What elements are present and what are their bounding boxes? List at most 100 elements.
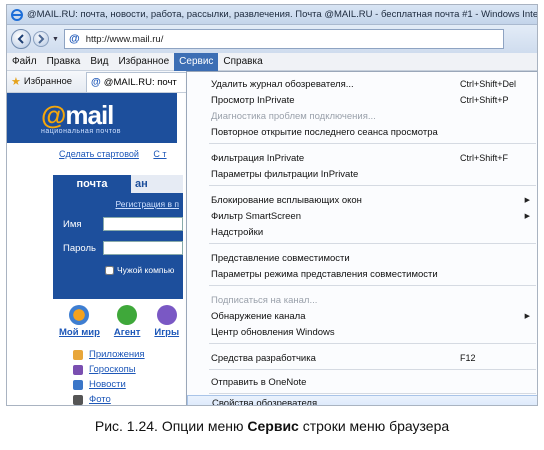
menu-tools[interactable]: Сервис (174, 52, 219, 71)
menu-item-inprivate[interactable]: Просмотр InPrivate Ctrl+Shift+P (187, 92, 537, 108)
forward-button[interactable] (33, 31, 49, 47)
apps-row: Мой мир Агент Игры (59, 305, 193, 338)
tab-mail[interactable]: почта (53, 175, 131, 193)
caption-bold: Сервис (247, 418, 299, 434)
tab-title: @MAIL.RU: почт (103, 76, 177, 88)
tools-menu-dropdown: Удалить журнал обозревателя... Ctrl+Shif… (186, 71, 537, 406)
login-label: Имя (63, 218, 82, 230)
menu-item-label: Просмотр InPrivate (211, 94, 295, 106)
horoscope-icon (73, 364, 83, 375)
menu-item-label: Удалить журнал обозревателя... (211, 78, 354, 90)
menu-item-label: Повторное открытие последнего сеанса про… (211, 126, 438, 138)
menu-item-popup-blocker[interactable]: Блокирование всплывающих окон ▶ (187, 192, 537, 208)
menu-item-label: Центр обновления Windows (211, 326, 335, 338)
submenu-arrow-icon: ▶ (524, 313, 530, 320)
menu-file[interactable]: Файл (7, 53, 42, 71)
services-list: Приложения Гороскопы Новости Фото (73, 347, 145, 405)
ie-icon (11, 8, 23, 21)
menu-separator (209, 393, 536, 394)
forward-arrow-icon (38, 34, 45, 44)
submenu-arrow-icon: ▶ (524, 197, 530, 204)
menu-item-diagnose[interactable]: Диагностика проблем подключения... (187, 108, 537, 124)
history-dropdown-icon[interactable]: ▼ (52, 36, 60, 43)
service-item[interactable]: Приложения (73, 347, 145, 362)
menu-separator (209, 185, 536, 186)
remember-checkbox[interactable] (105, 265, 114, 275)
news-icon (73, 379, 83, 390)
password-label: Пароль (63, 242, 96, 254)
window-title: @MAIL.RU: почта, новости, работа, рассыл… (27, 9, 537, 20)
apps-icon (73, 349, 83, 360)
caption-text-1: Опции меню (157, 418, 248, 434)
menu-bar: Файл Правка Вид Избранное Сервис Справка (7, 52, 537, 71)
menu-item-addons[interactable]: Надстройки (187, 224, 537, 240)
menu-item-label: Подписаться на канал... (211, 294, 318, 306)
app-my-world[interactable]: Мой мир (59, 305, 100, 338)
menu-favorites[interactable]: Избранное (113, 53, 174, 71)
register-link[interactable]: Регистрация в п (53, 199, 179, 209)
menu-item-shortcut: Ctrl+Shift+F (460, 153, 509, 163)
menu-edit[interactable]: Правка (42, 53, 86, 71)
menu-item-feed-discovery[interactable]: Обнаружение канала ▶ (187, 308, 537, 324)
submenu-arrow-icon: ▶ (524, 213, 530, 220)
menu-item-inprivate-filtering[interactable]: Фильтрация InPrivate Ctrl+Shift+F (187, 150, 537, 166)
make-start-link[interactable]: Сделать стартовой (59, 149, 139, 159)
menu-item-compat-view[interactable]: Представление совместимости (187, 250, 537, 266)
top-links: Сделать стартовой С т (59, 149, 179, 159)
menu-help[interactable]: Справка (218, 53, 267, 71)
login-tabs: почта ан (53, 175, 183, 193)
tab-site-icon: @ (91, 76, 101, 88)
menu-separator (209, 143, 536, 144)
menu-item-windows-update[interactable]: Центр обновления Windows (187, 324, 537, 340)
menu-item-label: Обнаружение канала (211, 310, 306, 322)
service-item[interactable]: Гороскопы (73, 362, 145, 377)
remember-label: Чужой компью (117, 265, 175, 275)
menu-item-developer-tools[interactable]: Средства разработчика F12 (187, 350, 537, 366)
service-item[interactable]: Новости (73, 377, 145, 392)
menu-item-internet-options[interactable]: Свойства обозревателя (187, 395, 537, 406)
favorites-label: Избранное (23, 76, 73, 87)
menu-item-label: Параметры режима представления совместим… (211, 268, 438, 280)
remember-row: Чужой компью (105, 265, 183, 275)
menu-item-shortcut: Ctrl+Shift+Del (460, 79, 517, 89)
second-top-link[interactable]: С т (153, 149, 166, 159)
menu-item-send-onenote[interactable]: Отправить в OneNote (187, 374, 537, 390)
app-games[interactable]: Игры (154, 305, 179, 338)
menu-item-reopen-session[interactable]: Повторное открытие последнего сеанса про… (187, 124, 537, 140)
app-agent[interactable]: Агент (113, 305, 141, 338)
mailru-banner[interactable]: @mail национальная почтов (7, 93, 177, 143)
service-label: Фото (89, 394, 111, 405)
url-box: @ (64, 29, 504, 49)
caption-prefix: Рис. 1.24. (94, 418, 158, 434)
tab-second[interactable]: ан (131, 175, 183, 193)
service-label: Новости (89, 379, 126, 390)
login-input[interactable] (103, 217, 183, 231)
url-input[interactable] (85, 33, 466, 45)
service-label: Гороскопы (89, 364, 136, 375)
menu-item-label: Свойства обозревателя (212, 397, 318, 406)
menu-item-label: Надстройки (211, 226, 264, 238)
favorites-star-icon: ★ (11, 76, 21, 88)
menu-separator (209, 343, 536, 344)
menu-item-shortcut: Ctrl+Shift+P (460, 95, 509, 105)
password-input[interactable] (103, 241, 183, 255)
menu-item-label: Диагностика проблем подключения... (211, 110, 376, 122)
menu-item-delete-history[interactable]: Удалить журнал обозревателя... Ctrl+Shif… (187, 76, 537, 92)
menu-item-label: Отправить в OneNote (211, 376, 307, 388)
service-item[interactable]: Фото (73, 392, 145, 405)
menu-item-subscribe-feed[interactable]: Подписаться на канал... (187, 292, 537, 308)
menu-item-compat-settings[interactable]: Параметры режима представления совместим… (187, 266, 537, 282)
favorites-button[interactable]: ★ Избранное (11, 75, 72, 88)
caption-text-2: строки меню браузера (298, 418, 450, 434)
menu-item-shortcut: F12 (460, 353, 476, 363)
browser-window: @MAIL.RU: почта, новости, работа, рассыл… (6, 4, 538, 406)
menu-item-inprivate-filter-settings[interactable]: Параметры фильтрации InPrivate (187, 166, 537, 182)
photo-icon (73, 394, 83, 405)
menu-item-label: Параметры фильтрации InPrivate (211, 168, 359, 180)
menu-view[interactable]: Вид (85, 53, 113, 71)
app-label: Агент (113, 327, 141, 338)
back-button[interactable] (11, 29, 31, 49)
back-arrow-icon (17, 34, 24, 44)
menu-item-smartscreen[interactable]: Фильтр SmartScreen ▶ (187, 208, 537, 224)
mailru-slogan: национальная почтов (41, 127, 121, 135)
